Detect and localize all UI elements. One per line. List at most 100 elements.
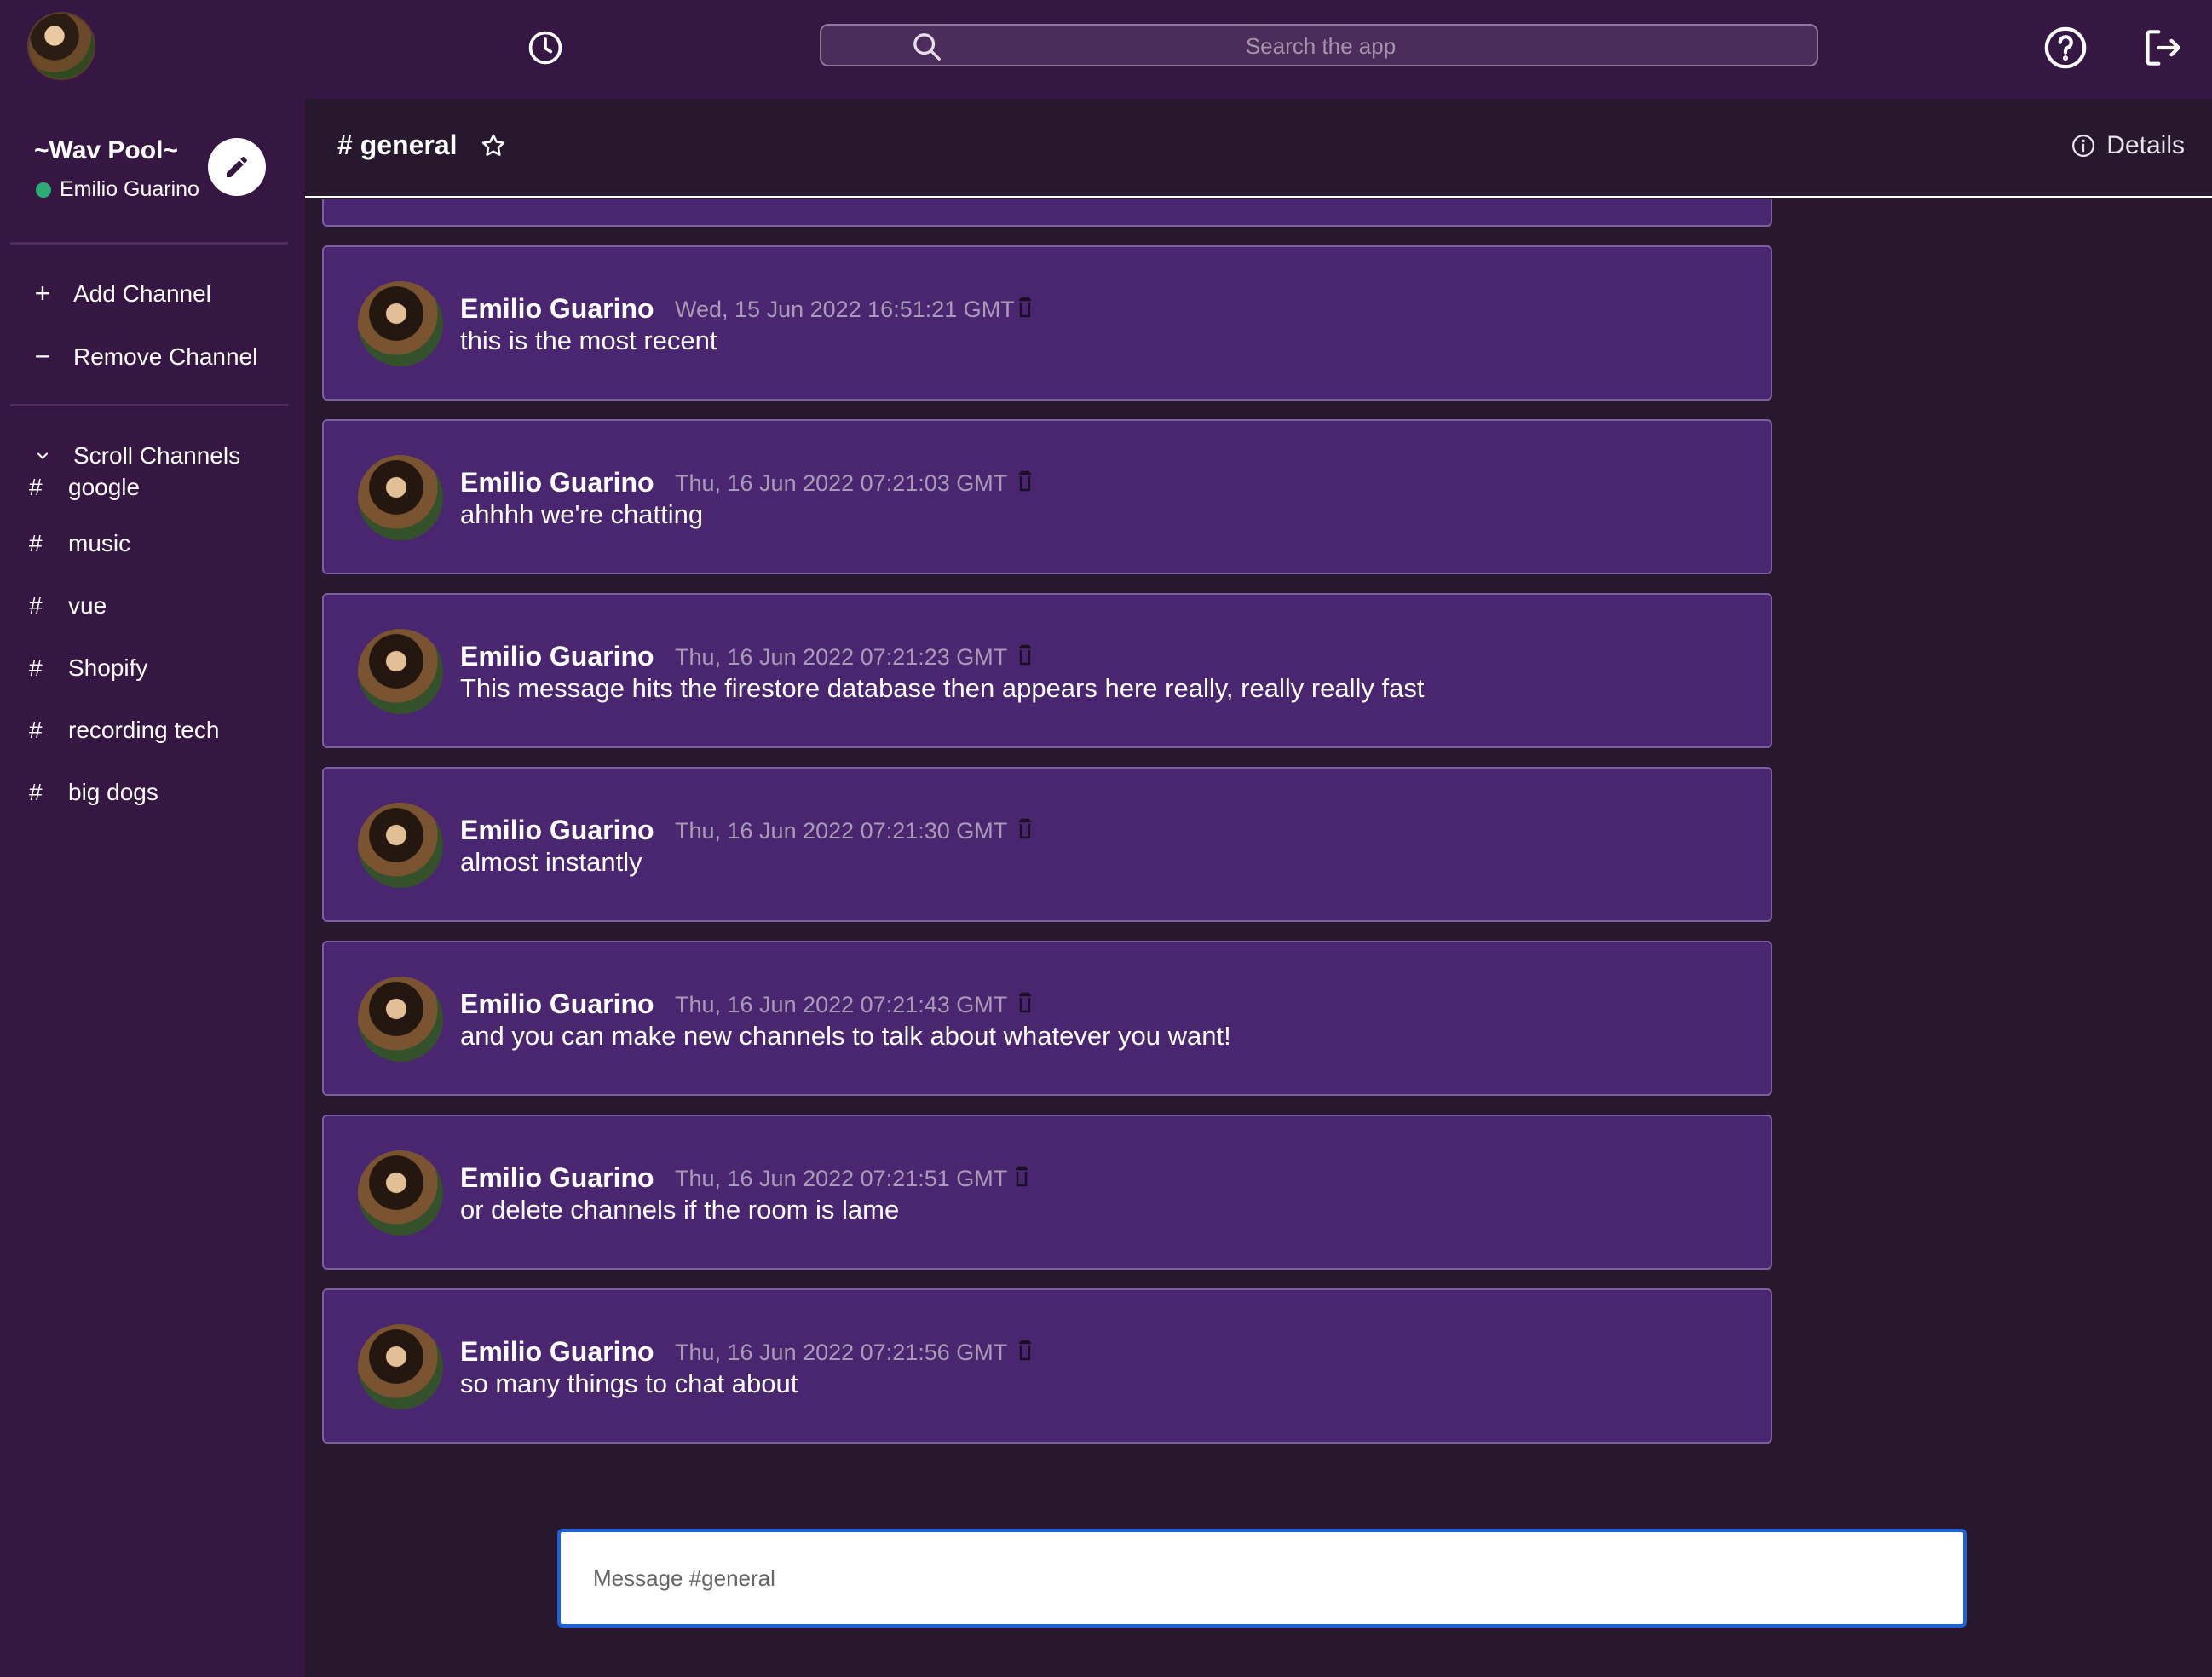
channel-label: music: [68, 530, 131, 556]
channel-item-shopify[interactable]: # Shopify: [29, 651, 147, 685]
scroll-channels-label: Scroll Channels: [73, 441, 241, 469]
channel-item-music[interactable]: # music: [29, 527, 130, 561]
clock-icon: [528, 31, 562, 65]
delete-message-button[interactable]: [1017, 297, 1036, 320]
compose-button[interactable]: [208, 138, 266, 196]
user-status: Emilio Guarino: [36, 177, 199, 202]
user-name: Emilio Guarino: [60, 177, 199, 201]
message-timestamp: Thu, 16 Jun 2022 07:21:03 GMT: [675, 470, 1008, 496]
add-channel-label: Add Channel: [73, 280, 211, 307]
channel-label: vue: [68, 592, 107, 619]
details-label: Details: [2106, 131, 2185, 159]
trash-icon: [1019, 644, 1031, 666]
author-avatar[interactable]: [358, 1324, 443, 1409]
message-timestamp: Thu, 16 Jun 2022 07:21:43 GMT: [675, 992, 1008, 1017]
author-avatar[interactable]: [358, 281, 443, 366]
author-avatar[interactable]: [358, 1150, 443, 1236]
message-list[interactable]: Emilio Guarino Wed, 15 Jun 2022 16:51:21…: [305, 199, 1788, 1452]
message-timestamp: Thu, 16 Jun 2022 07:21:30 GMT: [675, 818, 1008, 844]
plus-icon: +: [34, 278, 51, 308]
details-button[interactable]: Details: [2071, 131, 2185, 160]
logout-button[interactable]: [2139, 24, 2186, 72]
hash-icon: #: [29, 779, 43, 805]
message-timestamp: Thu, 16 Jun 2022 07:21:23 GMT: [675, 644, 1008, 670]
sidebar: ~Wav Pool~ Emilio Guarino + Add Channel …: [0, 99, 305, 1677]
channel-label: Shopify: [68, 654, 148, 681]
message-card: Emilio Guarino Wed, 15 Jun 2022 16:51:21…: [322, 245, 1772, 401]
add-channel-button[interactable]: + Add Channel: [31, 278, 211, 309]
delete-message-button[interactable]: [1017, 1340, 1036, 1363]
hash-icon: #: [29, 592, 43, 619]
user-avatar[interactable]: [27, 12, 95, 80]
message-author[interactable]: Emilio Guarino: [460, 467, 654, 498]
star-icon: [481, 134, 505, 156]
channel-item-vue[interactable]: # vue: [29, 589, 107, 623]
message-text: and you can make new channels to talk ab…: [460, 1021, 1231, 1051]
message-card: Emilio Guarino Thu, 16 Jun 2022 07:21:03…: [322, 419, 1772, 574]
author-avatar[interactable]: [358, 455, 443, 540]
author-avatar[interactable]: [358, 803, 443, 888]
delete-message-button[interactable]: [1017, 818, 1036, 842]
pencil-icon: [227, 157, 247, 177]
workspace-name: ~Wav Pool~: [34, 136, 178, 164]
message-timestamp: Thu, 16 Jun 2022 07:21:56 GMT: [675, 1340, 1008, 1365]
logout-icon: [2146, 30, 2180, 66]
delete-message-button[interactable]: [1014, 1166, 1033, 1190]
info-icon: [2072, 135, 2095, 157]
message-card: Emilio Guarino Thu, 16 Jun 2022 07:21:51…: [322, 1115, 1772, 1270]
minus-icon: −: [34, 341, 51, 372]
favorite-button[interactable]: [479, 131, 508, 160]
delete-message-button[interactable]: [1017, 644, 1036, 668]
author-avatar[interactable]: [358, 629, 443, 714]
channel-list[interactable]: # google # music # vue # Shopify # recor…: [0, 474, 305, 934]
message-composer[interactable]: [557, 1529, 1967, 1628]
message-card: Emilio Guarino Thu, 16 Jun 2022 07:21:56…: [322, 1288, 1772, 1444]
channel-label: google: [68, 474, 141, 500]
message-author[interactable]: Emilio Guarino: [460, 641, 654, 672]
sidebar-divider: [10, 404, 288, 406]
trash-icon: [1019, 992, 1031, 1013]
channel-item-recording-tech[interactable]: # recording tech: [29, 713, 219, 747]
sidebar-divider: [10, 242, 288, 245]
message-author[interactable]: Emilio Guarino: [460, 815, 654, 846]
message-text: this is the most recent: [460, 326, 717, 355]
message-text: ahhhh we're chatting: [460, 499, 704, 529]
message-card: Emilio Guarino Thu, 16 Jun 2022 07:21:23…: [322, 593, 1772, 748]
message-author[interactable]: Emilio Guarino: [460, 1162, 654, 1194]
message-text: or delete channels if the room is lame: [460, 1195, 900, 1225]
message-timestamp: Thu, 16 Jun 2022 07:21:51 GMT: [675, 1166, 1008, 1191]
message-text: almost instantly: [460, 847, 642, 877]
message-card-partial: [322, 199, 1772, 227]
message-author[interactable]: Emilio Guarino: [460, 1336, 654, 1368]
channel-label: recording tech: [68, 717, 220, 743]
channel-header: # general Details: [305, 99, 2212, 198]
delete-message-button[interactable]: [1017, 470, 1036, 494]
hash-icon: #: [29, 474, 43, 500]
message-timestamp: Wed, 15 Jun 2022 16:51:21 GMT: [675, 297, 1015, 322]
trash-icon: [1019, 297, 1031, 318]
trash-icon: [1019, 470, 1031, 492]
help-button[interactable]: [2042, 24, 2089, 72]
history-button[interactable]: [523, 26, 567, 70]
remove-channel-button[interactable]: − Remove Channel: [31, 341, 258, 372]
message-card: Emilio Guarino Thu, 16 Jun 2022 07:21:30…: [322, 767, 1772, 922]
help-icon: [2044, 26, 2087, 69]
search-input[interactable]: [821, 26, 1820, 66]
author-avatar[interactable]: [358, 977, 443, 1062]
message-author[interactable]: Emilio Guarino: [460, 988, 654, 1020]
channel-item-google[interactable]: # google: [29, 474, 140, 504]
message-author[interactable]: Emilio Guarino: [460, 293, 654, 325]
channel-item-big-dogs[interactable]: # big dogs: [29, 775, 158, 810]
trash-icon: [1019, 818, 1031, 839]
message-card: Emilio Guarino Thu, 16 Jun 2022 07:21:43…: [322, 941, 1772, 1096]
channel-label: big dogs: [68, 779, 158, 805]
search-bar[interactable]: [820, 24, 1820, 66]
delete-message-button[interactable]: [1017, 992, 1036, 1016]
chevron-down-icon: [31, 440, 55, 471]
scroll-channels-toggle[interactable]: Scroll Channels: [31, 440, 286, 471]
hash-icon: #: [29, 530, 43, 556]
message-input[interactable]: [561, 1532, 1963, 1624]
top-bar: [0, 0, 2212, 99]
remove-channel-label: Remove Channel: [73, 343, 258, 370]
trash-icon: [1016, 1166, 1028, 1187]
